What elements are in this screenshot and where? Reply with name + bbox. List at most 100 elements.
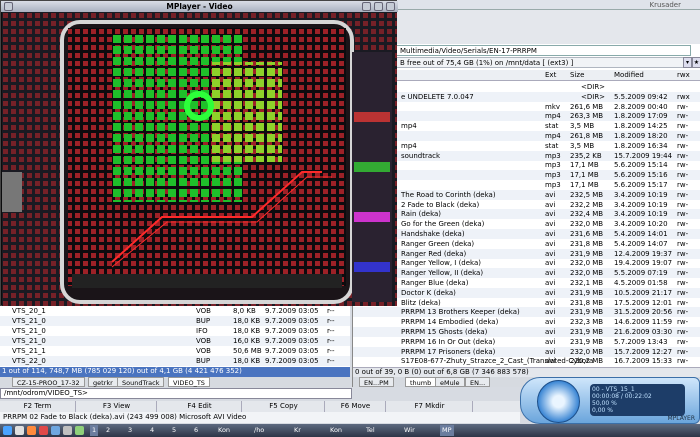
start-menu-icon[interactable]	[3, 426, 12, 435]
tab-right-3[interactable]: eMule	[435, 377, 465, 387]
f5-copy-button[interactable]: F5 Copy	[243, 401, 325, 412]
tab-left-1[interactable]: CZ-15-PROO_17-32	[12, 377, 85, 387]
table-row[interactable]: S17E08-677-Zhuty_Strazce_2_Cast_(Transla…	[353, 356, 700, 366]
table-row[interactable]: mp4 stat 3,5 MB 1.8.2009 14:25 rw-	[353, 121, 700, 131]
table-row[interactable]: Doctor K (deka) avi 231,9 MB 10.5.2009 21:1…	[353, 287, 700, 298]
tab-right-1[interactable]: EN...PM	[359, 377, 394, 387]
table-row[interactable]: Ranger Red (deka) avi 231,9 MB 12.4.2009 19…	[353, 248, 700, 259]
table-row[interactable]: <DIR>	[353, 82, 700, 92]
table-row[interactable]: soundtrack mp3 235,2 KB 15.7.2009 19:44 rw-	[353, 150, 700, 161]
col-size[interactable]: Size	[570, 71, 584, 79]
cell-rwx: rw-	[677, 171, 689, 180]
table-row[interactable]: VTS_22_0 BUP 18,0 KB 9.7.2009 03:05 r--	[0, 356, 350, 366]
table-row[interactable]: 2 Fade to Black (deka) avi 232,2 MB 3.4.200…	[353, 200, 700, 210]
table-row[interactable]: mp4 263,3 MB 1.8.2009 17:09 rw-	[353, 111, 700, 122]
col-ext[interactable]: Ext	[545, 71, 556, 79]
mplayer-video-window[interactable]: MPlayer - Video	[0, 0, 398, 306]
table-row[interactable]: Ranger Blue (deka) avi 232,1 MB 4.5.2009 01…	[353, 278, 700, 288]
cell-modified: 14.6.2009 11:59	[614, 318, 673, 327]
desktop-3[interactable]: 3	[126, 425, 134, 436]
cell-name: PRRPM 16 In Or Out (deka)	[401, 337, 496, 346]
table-row[interactable]: VTS_21_0 BUP 18,0 KB 9.7.2009 03:05 r--	[0, 316, 350, 326]
cell-name: VTS_21_0	[12, 317, 46, 325]
history-button[interactable]: ▾	[683, 57, 692, 68]
opera-icon[interactable]	[39, 426, 48, 435]
task-home[interactable]: /ho	[252, 425, 266, 436]
file-list[interactable]: <DIR> e UNDELETE 7.0.047 <DIR> 5.5.2009 09:…	[353, 82, 700, 367]
desktop-5[interactable]: 5	[170, 425, 178, 436]
play-button[interactable]	[537, 380, 580, 423]
tab-left-4[interactable]: VIDEO_TS	[168, 377, 210, 387]
table-row[interactable]: mp3 17,1 MB 5.6.2009 15:17 rw-	[353, 180, 700, 190]
table-row[interactable]: Go for the Green (deka) avi 232,0 MB 3.4.20…	[353, 219, 700, 229]
f6-move-button[interactable]: F6 Move	[326, 401, 386, 412]
table-row[interactable]: PRRPM 17 Prisoners (deka) avi 232,0 MB 15.7…	[353, 346, 700, 357]
video-titlebar[interactable]: MPlayer - Video	[1, 1, 398, 12]
f2-term-button[interactable]: F2 Term	[0, 401, 76, 412]
table-row[interactable]: Rain (deka) avi 232,4 MB 3.4.2009 10:19 rw-	[353, 209, 700, 220]
cell-ext: stat	[545, 141, 559, 150]
tab-left-2[interactable]: getrkr	[88, 377, 118, 387]
firefox-icon[interactable]	[27, 426, 36, 435]
table-row[interactable]: VTS_21_1 VOB 50,6 MB 9.7.2009 03:05 r--	[0, 346, 350, 356]
cell-ext: avi	[545, 259, 556, 268]
maximize-icon[interactable]	[374, 2, 383, 11]
window-menu-icon[interactable]	[4, 2, 13, 11]
terminal-icon[interactable]	[15, 426, 24, 435]
col-rwx[interactable]: rwx	[677, 71, 690, 79]
table-row[interactable]: VTS_21_0 VOB 16,0 KB 9.7.2009 03:05 r--	[0, 336, 350, 346]
f7-mkdir-button[interactable]: F7 Mkdir	[387, 401, 473, 412]
tab-right-4[interactable]: EN...	[465, 377, 491, 387]
minimize-icon[interactable]	[362, 2, 371, 11]
f4-edit-button[interactable]: F4 Edit	[158, 401, 242, 412]
function-key-bar: F2 Term F3 View F4 Edit F5 Copy F6 Move …	[0, 401, 520, 412]
video-frame[interactable]	[2, 12, 397, 306]
table-row[interactable]: PRRPM 16 In Or Out (deka) avi 231,9 MB 5.7.…	[353, 337, 700, 347]
cell-modified: 17.5.2009 12:01	[614, 298, 673, 307]
task-krusader[interactable]: Kr	[292, 425, 303, 436]
settings-icon[interactable]	[63, 426, 72, 435]
task-mplayer[interactable]: MP	[440, 425, 454, 436]
table-row[interactable]: mp4 stat 3,5 MB 1.8.2009 16:34 rw-	[353, 141, 700, 151]
table-row[interactable]: mkv 261,6 MB 2.8.2009 00:40 rw-	[353, 102, 700, 112]
table-row[interactable]: VTS_21_0 IFO 18,0 KB 9.7.2009 03:05 r--	[0, 326, 350, 336]
media-player-widget[interactable]: 00 - VTS_15_1 00:00:08 / 00:22:02 50,00 …	[520, 377, 700, 424]
table-row[interactable]: mp3 17,1 MB 5.6.2009 15:14 rw-	[353, 160, 700, 170]
table-row[interactable]: PRRPM 14 Embodied (deka) avi 232,3 MB 14.6.…	[353, 317, 700, 327]
desktop-1[interactable]: 1	[90, 425, 99, 436]
table-row[interactable]: Handshake (deka) avi 231,6 MB 5.4.2009 14:0…	[353, 229, 700, 239]
table-row[interactable]: Ranger Yellow, I (deka) avi 232,0 MB 19.4.2…	[353, 258, 700, 268]
app-icon[interactable]	[75, 426, 84, 435]
table-row[interactable]: Ranger Green (deka) avi 231,8 MB 5.4.2009 1…	[353, 239, 700, 249]
cell-name: Go for the Green (deka)	[401, 220, 485, 229]
tab-right-2[interactable]: thumb	[405, 377, 437, 387]
table-row[interactable]: e UNDELETE 7.0.047 <DIR> 5.5.2009 09:42 rwx	[353, 91, 700, 102]
path-field[interactable]: Multimedia/Video/Serials/EN-17-PRRPM	[395, 45, 691, 56]
f3-view-button[interactable]: F3 View	[77, 401, 157, 412]
right-file-panel[interactable]: Krusader Multimedia/Video/Serials/EN-17-…	[352, 0, 700, 387]
cell-size: 231,6 MB	[570, 230, 604, 238]
table-row[interactable]: The Road to Corinth (deka) avi 232,5 MB 3.4…	[353, 189, 700, 200]
table-row[interactable]: Ranger Yellow, II (deka) avi 232,0 MB 5.5.2…	[353, 268, 700, 279]
table-row[interactable]: Blitz (deka) avi 231,8 MB 17.5.2009 12:01 rw…	[353, 298, 700, 308]
cell-modified: 15.7.2009 12:27	[614, 347, 673, 356]
close-icon[interactable]	[386, 2, 395, 11]
task-konsole-2[interactable]: Kon	[328, 425, 344, 436]
bookmarks-button[interactable]: ★	[692, 57, 700, 68]
table-row[interactable]: mp3 17,1 MB 5.6.2009 15:16 rw-	[353, 170, 700, 181]
filemanager-icon[interactable]	[51, 426, 60, 435]
desktop-6[interactable]: 6	[192, 425, 200, 436]
col-modified[interactable]: Modified	[614, 71, 644, 79]
table-row[interactable]: PRRPM 13 Brothers Keeper (deka) avi 231,9 …	[353, 307, 700, 318]
task-windows[interactable]: Wir	[402, 425, 417, 436]
table-row[interactable]: PRRPM 15 Ghosts (deka) avi 231,9 MB 21.6.20…	[353, 327, 700, 337]
desktop-4[interactable]: 4	[148, 425, 156, 436]
desktop-2[interactable]: 2	[104, 425, 112, 436]
task-telnet[interactable]: Tel	[364, 425, 377, 436]
task-konsole[interactable]: Kon	[216, 425, 232, 436]
table-row[interactable]: mp4 261,8 MB 1.8.2009 18:20 rw-	[353, 131, 700, 141]
command-line[interactable]: /mnt/odrom/VIDEO_TS>	[0, 388, 352, 399]
table-row[interactable]: VTS_20_1 VOB 8,0 KB 9.7.2009 03:05 r--	[0, 306, 350, 316]
cell-name: VTS_20_1	[12, 307, 46, 315]
tab-left-3[interactable]: SoundTrack	[117, 377, 165, 387]
